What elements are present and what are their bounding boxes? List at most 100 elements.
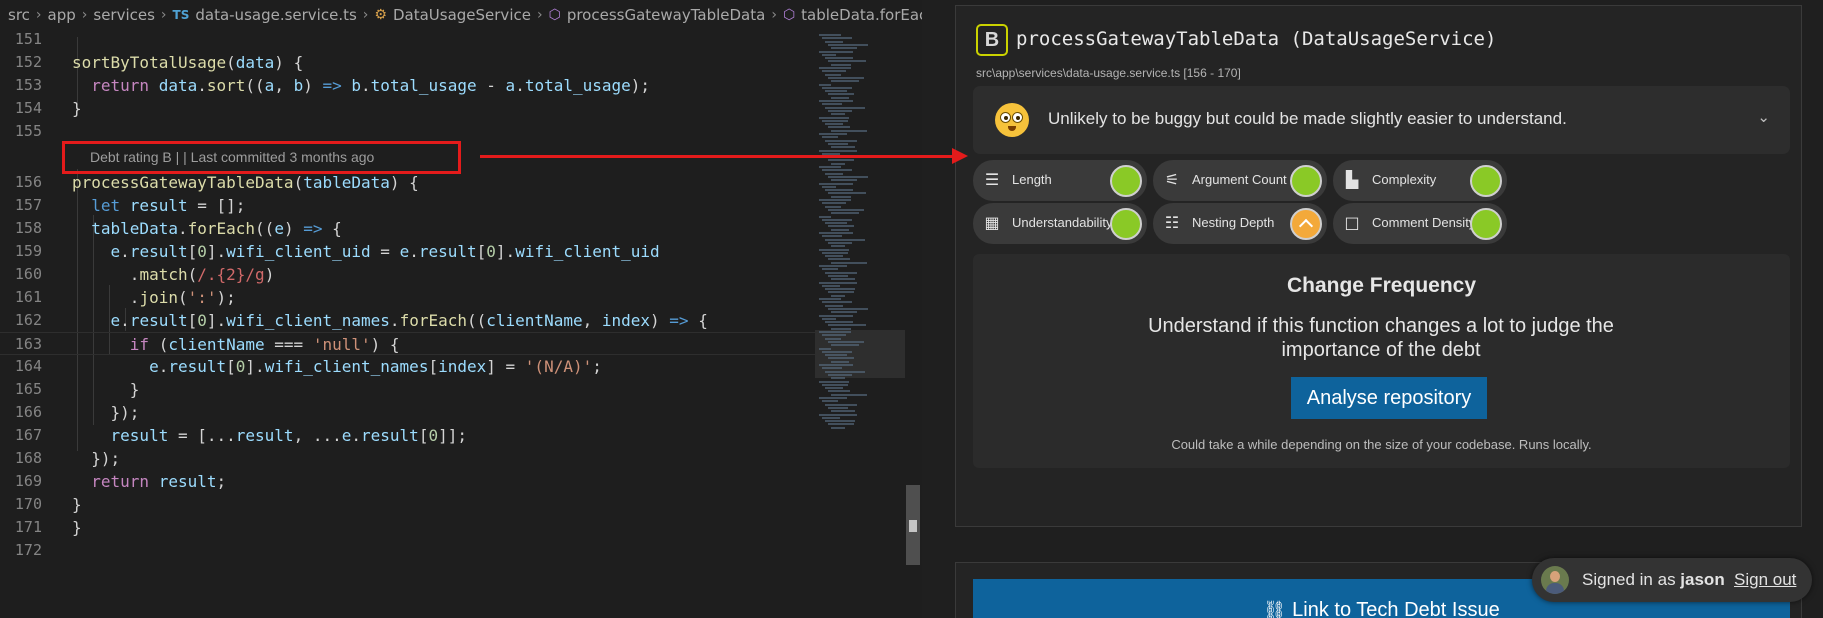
- code-token: (: [177, 288, 188, 307]
- code-line[interactable]: 157 let result = [];: [0, 194, 815, 217]
- annotation-highlight-box: [62, 141, 461, 174]
- code-token: e: [399, 242, 410, 261]
- code-line[interactable]: 170}: [0, 493, 815, 516]
- code-token: result: [129, 311, 188, 330]
- minimap-line: [828, 142, 848, 145]
- minimap-line: [825, 337, 841, 340]
- code-token: clientName: [168, 335, 265, 354]
- code-token: return: [91, 76, 159, 95]
- code-token: .: [389, 311, 400, 330]
- breadcrumb-item-services[interactable]: services: [93, 6, 155, 24]
- minimap-line: [825, 189, 853, 192]
- metric-understandability[interactable]: ▦ Understandability: [973, 203, 1147, 244]
- code-line[interactable]: 151: [0, 28, 815, 51]
- minimap-line: [825, 304, 843, 307]
- code-token: -: [476, 76, 506, 95]
- chevron-down-icon[interactable]: ⌄: [1757, 108, 1770, 126]
- link-button-label: Link to Tech Debt Issue: [1292, 599, 1500, 618]
- code-token: .: [515, 76, 525, 95]
- code-token: [: [187, 311, 198, 330]
- breadcrumb-item-method[interactable]: ⬡ processGatewayTableData: [549, 6, 766, 24]
- breadcrumb-label: DataUsageService: [392, 6, 531, 24]
- sign-out-link[interactable]: Sign out: [1734, 570, 1796, 590]
- metric-complexity[interactable]: ▙ Complexity: [1333, 160, 1507, 201]
- code-token: ((: [245, 76, 265, 95]
- metric-nesting-depth[interactable]: ☷ Nesting Depth: [1153, 203, 1327, 244]
- metric-comment-density[interactable]: □ Comment Density: [1333, 203, 1507, 244]
- minimap-line: [828, 60, 866, 63]
- minimap-line: [828, 406, 848, 409]
- code-line[interactable]: 164 e.result[0].wifi_client_names[index]…: [0, 355, 815, 378]
- code-token: forEach: [187, 219, 256, 238]
- code-line[interactable]: 163 if (clientName === 'null') {: [0, 332, 815, 355]
- warning-status-icon: [1290, 208, 1322, 240]
- chevron-right-icon: ›: [362, 7, 369, 23]
- code-area[interactable]: 151 152 sortByTotalUsage(data) {153 return…: [0, 28, 815, 588]
- code-line[interactable]: 156 processGatewayTableData(tableData) {: [0, 171, 815, 194]
- line-number: 156: [14, 173, 42, 191]
- minimap-line: [828, 373, 852, 376]
- code-token: ] =: [486, 357, 525, 376]
- code-token: sort: [206, 76, 246, 95]
- code-token: result: [361, 426, 419, 445]
- code-token: ].: [206, 311, 227, 330]
- metric-label: Comment Density: [1372, 215, 1476, 230]
- code-token: match: [139, 265, 188, 284]
- code-line[interactable]: 167 result = [...result, ...e.result[0]]…: [0, 424, 815, 447]
- code-line[interactable]: 154}: [0, 97, 815, 120]
- code-line[interactable]: 155: [0, 120, 815, 143]
- breadcrumb-item-src[interactable]: src: [8, 6, 30, 24]
- signin-prefix: Signed in as: [1582, 570, 1681, 589]
- code-line[interactable]: 159 e.result[0].wifi_client_uid = e.resu…: [0, 240, 815, 263]
- code-line[interactable]: 166 });: [0, 401, 815, 424]
- minimap-line: [819, 364, 853, 366]
- line-number: 157: [14, 196, 42, 214]
- function-path: src\app\services\data-usage.service.ts […: [976, 66, 1241, 80]
- minimap-line: [822, 185, 836, 188]
- breadcrumb-item-callback[interactable]: ⬡ tableData.forEach() ca: [783, 6, 922, 24]
- code-token: (: [187, 265, 198, 284]
- metric-argument-count[interactable]: ⚟ Argument Count: [1153, 160, 1327, 201]
- code-line[interactable]: 165 }: [0, 378, 815, 401]
- minimap-line: [819, 380, 849, 383]
- summary-accordion[interactable]: Unlikely to be buggy but could be made s…: [973, 86, 1790, 154]
- metric-length[interactable]: ☰ Length: [973, 160, 1147, 201]
- code-token: ) {: [389, 173, 419, 192]
- link-icon: ⛓: [1263, 600, 1287, 618]
- code-token: = [];: [187, 196, 246, 215]
- analyse-repository-button[interactable]: Analyse repository: [1291, 377, 1487, 419]
- breadcrumb-item-file[interactable]: TS data-usage.service.ts: [173, 6, 357, 24]
- code-line[interactable]: 172: [0, 539, 815, 562]
- code-line[interactable]: 169 return result;: [0, 470, 815, 493]
- minimap-line: [831, 212, 859, 215]
- minimap-line: [819, 166, 841, 168]
- code-line[interactable]: 153 return data.sort((a, b) => b.total_u…: [0, 74, 815, 97]
- minimap[interactable]: [815, 30, 905, 450]
- minimap-line: [822, 367, 842, 370]
- code-line[interactable]: 171}: [0, 516, 815, 539]
- code-line[interactable]: 162 e.result[0].wifi_client_names.forEac…: [0, 309, 815, 332]
- breadcrumb-item-class[interactable]: ⚙ DataUsageService: [374, 6, 531, 24]
- minimap-line: [828, 423, 854, 426]
- code-line[interactable]: 168 });: [0, 447, 815, 470]
- code-line[interactable]: 158 tableData.forEach((e) => {: [0, 217, 815, 240]
- minimap-line: [819, 50, 853, 53]
- code-text: e.result[0].wifi_client_names[index] = '…: [72, 355, 602, 378]
- surprised-face-icon: [995, 103, 1029, 137]
- code-line[interactable]: 160 .match(/.{2}/g): [0, 263, 815, 286]
- change-frequency-note: Could take a while depending on the size…: [1171, 437, 1592, 452]
- minimap-line: [825, 288, 855, 291]
- code-token: e: [341, 426, 352, 445]
- code-text: .match(/.{2}/g): [72, 263, 275, 286]
- code-line[interactable]: 161 .join(':');: [0, 286, 815, 309]
- line-number: 164: [14, 357, 42, 375]
- breadcrumb-item-app[interactable]: app: [48, 6, 76, 24]
- code-editor[interactable]: src › app › services › TS data-usage.serv…: [0, 0, 922, 618]
- minimap-line: [831, 146, 855, 149]
- change-frequency-section: Change Frequency Understand if this func…: [973, 254, 1790, 468]
- code-line[interactable]: 152 sortByTotalUsage(data) {: [0, 51, 815, 74]
- code-token: }: [72, 380, 140, 399]
